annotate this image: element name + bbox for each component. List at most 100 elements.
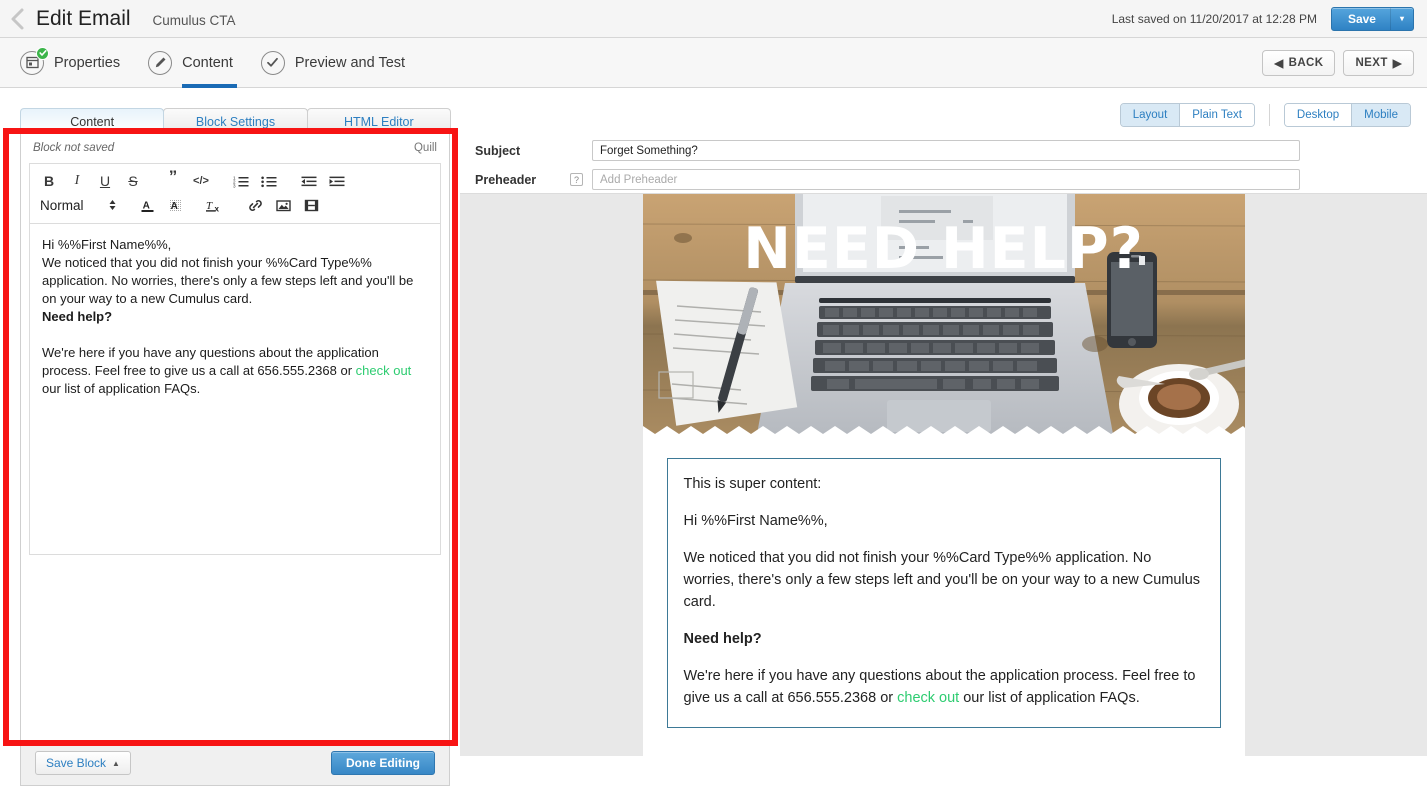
back-button-label: BACK (1288, 56, 1324, 69)
editor-tabstrip: Content Block Settings HTML Editor (20, 108, 451, 134)
block-editor-panel: Content Block Settings HTML Editor Block… (0, 88, 460, 786)
preview-check-out-link[interactable]: check out (897, 690, 959, 706)
bold-icon[interactable]: B (35, 170, 63, 192)
save-button-label: Save (1347, 11, 1376, 26)
subject-input[interactable]: Forget Something? (592, 140, 1300, 161)
top-header-bar: Edit Email Cumulus CTA Last saved on 11/… (0, 0, 1427, 38)
document-name: Cumulus CTA (152, 13, 236, 28)
format-select-value: Normal (40, 197, 84, 213)
quill-editor: B I U S ” </> 123 Normal A A T x Hi %%Fi… (29, 163, 441, 555)
last-saved-status: Last saved on 11/20/2017 at 12:28 PM (1111, 11, 1317, 26)
editor-paragraph-2-b: our list of application FAQs. (42, 381, 201, 396)
tab-content-label: Content (70, 114, 115, 129)
quill-toolbar-row-2: Normal A A Tx (30, 193, 440, 217)
tab-html-editor-label: HTML Editor (343, 114, 414, 129)
content-view-toggle-group: Layout Plain Text (1119, 103, 1255, 127)
underline-icon[interactable]: U (91, 170, 119, 192)
toggle-layout[interactable]: Layout (1120, 104, 1180, 126)
page-title: Edit Email (36, 6, 131, 30)
step-content[interactable]: Content (148, 38, 237, 88)
text-color-icon[interactable]: A (133, 194, 161, 216)
preview-intro: This is super content: (683, 476, 822, 492)
back-button-arrow-icon: ◀ (1274, 57, 1284, 70)
block-save-status: Block not saved (33, 142, 115, 154)
background-color-icon[interactable]: A (161, 194, 189, 216)
save-block-button-label: Save Block (46, 756, 107, 770)
svg-text:T: T (206, 200, 213, 212)
next-button-arrow-icon: ▶ (1392, 57, 1402, 70)
preview-paragraph-2-b: our list of application FAQs. (959, 690, 1140, 706)
properties-icon (20, 46, 49, 75)
bullet-list-icon[interactable] (255, 170, 283, 192)
preview-need-help-heading: Need help? (683, 631, 762, 647)
step-properties[interactable]: Properties (20, 38, 120, 88)
step-preview-label: Preview and Test (294, 54, 406, 71)
pencil-icon (148, 50, 173, 75)
hero-image-block[interactable]: NEED HELP? (642, 194, 1245, 434)
next-button-label: NEXT (1355, 56, 1388, 69)
subject-label: Subject (475, 143, 521, 158)
step-content-label: Content (182, 54, 233, 71)
preheader-label: Preheader (475, 172, 537, 187)
toggle-divider (1268, 104, 1270, 126)
toggle-mobile[interactable]: Mobile (1351, 104, 1410, 126)
toggle-desktop[interactable]: Desktop (1284, 104, 1352, 126)
blockquote-icon[interactable]: ” (159, 168, 187, 192)
step-preview-and-test[interactable]: Preview and Test (260, 38, 406, 88)
strikethrough-icon[interactable]: S (119, 170, 147, 192)
editor-check-out-link[interactable]: check out (356, 363, 412, 378)
check-icon (260, 50, 285, 75)
save-block-button[interactable]: Save Block ▲ (35, 751, 131, 775)
video-icon[interactable] (297, 194, 325, 216)
email-body: This is super content: Hi %%First Name%%… (643, 434, 1245, 728)
format-select[interactable]: Normal (35, 194, 121, 216)
save-dropdown-caret-icon[interactable]: ▾ (1391, 14, 1413, 23)
back-chevron-icon[interactable] (0, 0, 34, 38)
link-icon[interactable] (241, 194, 269, 216)
editor-greeting: Hi %%First Name%%, (42, 237, 172, 252)
code-block-icon[interactable]: </> (187, 170, 215, 192)
zigzag-divider-icon (642, 426, 1245, 434)
preheader-help-icon[interactable]: ? (570, 173, 583, 186)
done-editing-button[interactable]: Done Editing (331, 751, 435, 775)
subject-row: Subject Forget Something? (460, 136, 1427, 165)
step-properties-label: Properties (54, 54, 121, 71)
email-canvas: NEED HELP? This is super content: Hi %%F… (642, 194, 1245, 756)
editor-paragraph-2: We're here if you have any questions abo… (42, 344, 428, 398)
tab-block-settings-label: Block Settings (195, 114, 276, 129)
save-button[interactable]: Save ▾ (1330, 6, 1414, 31)
step-nav-buttons: ◀ BACK NEXT ▶ (1262, 49, 1427, 76)
editor-card: Block not saved Quill B I U S ” </> 123 (20, 132, 450, 786)
svg-text:x: x (215, 204, 220, 213)
back-button[interactable]: ◀ BACK (1262, 49, 1336, 76)
clear-formatting-icon[interactable]: Tx (201, 194, 229, 216)
editor-footer-bar: Save Block ▲ Done Editing (21, 740, 449, 785)
outdent-icon[interactable] (295, 170, 323, 192)
preview-paragraph-1: We noticed that you did not finish your … (683, 550, 1201, 610)
tab-block-settings[interactable]: Block Settings (163, 108, 308, 134)
header-actions: Last saved on 11/20/2017 at 12:28 PM Sav… (1111, 6, 1427, 31)
step-navigation-bar: Properties Content Preview and Test ◀ BA… (0, 38, 1427, 88)
image-icon[interactable] (269, 194, 297, 216)
quill-content-area[interactable]: Hi %%First Name%%, We noticed that you d… (30, 224, 440, 554)
preheader-input[interactable]: Add Preheader (592, 169, 1300, 190)
save-block-caret-icon: ▲ (112, 758, 120, 768)
step-complete-badge-icon (36, 46, 49, 60)
italic-icon[interactable]: I (63, 170, 91, 192)
editor-meta-row: Block not saved Quill (21, 133, 449, 163)
format-select-chevron-icon (108, 198, 117, 213)
editor-paragraph-2-a: We're here if you have any questions abo… (42, 345, 379, 378)
quill-toolbar: B I U S ” </> 123 Normal A A T x (30, 164, 440, 224)
tab-html-editor[interactable]: HTML Editor (306, 108, 451, 134)
toggle-plain-text[interactable]: Plain Text (1179, 104, 1254, 126)
indent-icon[interactable] (323, 170, 351, 192)
editor-blank-line (42, 326, 428, 344)
svg-text:A: A (170, 201, 177, 212)
content-block-selected[interactable]: This is super content: Hi %%First Name%%… (666, 458, 1221, 728)
ordered-list-icon[interactable]: 123 (227, 170, 255, 192)
tab-content[interactable]: Content (20, 108, 165, 134)
next-button[interactable]: NEXT ▶ (1343, 49, 1414, 76)
email-fields: Subject Forget Something? Preheader ? Ad… (460, 136, 1427, 194)
svg-text:3: 3 (233, 183, 236, 187)
view-toggle-controls: Layout Plain Text Desktop Mobile (1119, 103, 1411, 127)
